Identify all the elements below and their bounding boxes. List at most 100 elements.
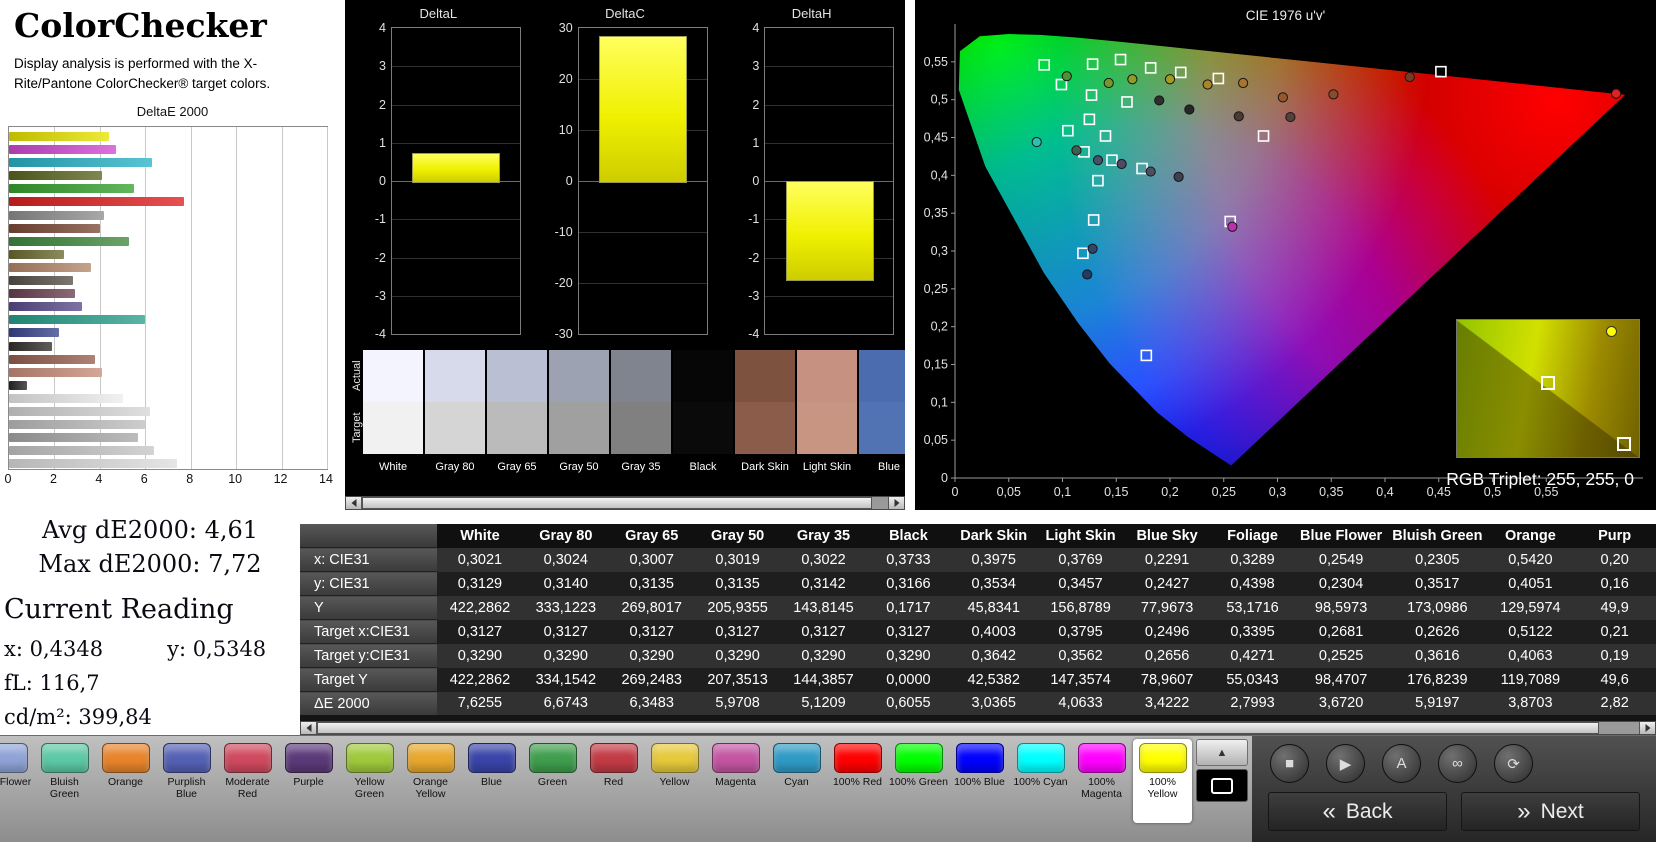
next-button[interactable]: » Next [1461, 792, 1640, 831]
palette-item-label: Purplish Blue [167, 776, 206, 801]
scroll-right-arrow-icon[interactable] [888, 497, 904, 509]
table-cell: 45,8341 [950, 595, 1038, 620]
patch-actual [363, 350, 423, 402]
table-cell: 4,0633 [1037, 691, 1125, 715]
table-cell: 0,3127 [866, 619, 951, 644]
svg-text:0,35: 0,35 [1319, 485, 1343, 499]
palette-item-100-blue[interactable]: 100% Blue [950, 739, 1009, 823]
patch-actual [549, 350, 609, 402]
transport-panel: ■ ▶ A ∞ ⟳ « Back » Next [1252, 736, 1656, 842]
loop-button[interactable]: ∞ [1438, 744, 1477, 783]
refresh-button[interactable]: ⟳ [1494, 744, 1533, 783]
y-tick-label: 2 [379, 97, 386, 112]
palette-item-magenta[interactable]: Magenta [706, 739, 765, 823]
eject-button[interactable]: ▲ [1196, 739, 1248, 766]
patch-label: Light Skin [802, 461, 852, 473]
palette-item-yellow[interactable]: Yellow [645, 739, 704, 823]
patch-swatch [549, 350, 609, 454]
svg-text:0,4: 0,4 [931, 168, 948, 182]
patch-actual [735, 350, 795, 402]
y-tick-label: -1 [748, 212, 760, 227]
patch-label: Gray 35 [621, 461, 661, 473]
palette-item-100-magenta[interactable]: 100% Magenta [1072, 739, 1131, 823]
palette-item-bluish-green[interactable]: Bluish Green [35, 739, 94, 823]
y-tick-label: 3 [752, 59, 760, 74]
y-tick-label: -20 [554, 276, 573, 290]
y-tick-label: -2 [748, 250, 760, 265]
palette-item-label: Moderate Red [225, 776, 270, 801]
delta-bar [785, 181, 874, 281]
scroll-track[interactable] [317, 722, 1639, 734]
x-tick-label: 0 [4, 472, 12, 486]
cie-measured-point [1031, 136, 1042, 148]
table-cell: 269,2483 [608, 667, 695, 692]
delta-chart-deltah: DeltaH 4 3 2 1 0 -1 -2 -3 -4 [718, 0, 905, 345]
play-button[interactable]: ▶ [1326, 744, 1365, 783]
scroll-left-arrow-icon[interactable] [346, 497, 362, 509]
summary-panel: ColorChecker Display analysis is perform… [0, 0, 345, 510]
patch-column: White [363, 350, 423, 473]
delta-chart-title: DeltaC [605, 6, 645, 21]
scroll-left-arrow-icon[interactable] [301, 722, 317, 734]
table-cell: 0,3642 [950, 643, 1038, 668]
table-cell: 0,2626 [1387, 619, 1488, 644]
x-tick-label: 2 [49, 472, 57, 486]
palette-item-label: 100% Red [832, 776, 883, 788]
table-cell: 119,7089 [1487, 667, 1574, 692]
palette-item-purplish-blue[interactable]: Purplish Blue [157, 739, 216, 823]
table-cell: 0,3616 [1387, 643, 1488, 668]
delta-bar [599, 35, 687, 183]
patch-actual [859, 350, 905, 402]
table-cell: 0,3127 [522, 619, 609, 644]
table-scrollbar[interactable] [300, 721, 1656, 735]
scroll-thumb[interactable] [362, 497, 873, 509]
svg-text:0,3: 0,3 [931, 244, 948, 258]
palette-item-orange-yellow[interactable]: Orange Yellow [401, 739, 460, 823]
table-row: Target y:CIE31 0,3290 0,3290 0,3290 0,3290 0,… [300, 643, 1656, 668]
palette-item-yellow-green[interactable]: Yellow Green [340, 739, 399, 823]
gridline [392, 257, 520, 259]
table-column-header: Foliage [1210, 524, 1295, 548]
palette-swatch [223, 743, 272, 773]
scroll-right-arrow-icon[interactable] [1639, 722, 1655, 734]
palette-item-cyan[interactable]: Cyan [767, 739, 826, 823]
patch-strip-scrollbar[interactable] [345, 496, 905, 510]
svg-text:0,05: 0,05 [997, 485, 1021, 499]
table-row: y: CIE31 0,3129 0,3140 0,3135 0,3135 0,3142 0,… [300, 571, 1656, 596]
palette-item-100-green[interactable]: 100% Green [889, 739, 948, 823]
back-button[interactable]: « Back [1268, 792, 1447, 831]
palette-item-blue[interactable]: Blue [462, 739, 521, 823]
inset-target-square [1617, 437, 1631, 451]
gridline [392, 219, 520, 221]
pattern-window-button[interactable] [1196, 769, 1248, 802]
delta-chart-deltal: DeltaL 4 3 2 1 0 -1 -2 -3 -4 [345, 0, 532, 345]
delta-chart-plot: 4 3 2 1 0 -1 -2 -3 -4 [748, 21, 895, 341]
table-corner [300, 524, 437, 548]
y-tick-label: -2 [374, 250, 386, 265]
palette-item-red[interactable]: Red [584, 739, 643, 823]
palette-item-purple[interactable]: Purple [279, 739, 338, 823]
stop-button[interactable]: ■ [1270, 744, 1309, 783]
y-tick-label: -4 [374, 327, 386, 341]
palette-item-label: Orange [107, 776, 144, 788]
table-cell: 0,3975 [950, 547, 1038, 572]
palette-item-100-cyan[interactable]: 100% Cyan [1011, 739, 1070, 823]
palette-item-100-red[interactable]: 100% Red [828, 739, 887, 823]
cie-measured-point [1061, 71, 1072, 82]
palette-item-green[interactable]: Green [523, 739, 582, 823]
table-cell: 0,3290 [780, 643, 867, 668]
table-column-header: White [436, 524, 523, 548]
palette-item-orange[interactable]: Orange [96, 739, 155, 823]
table-cell: 2,7993 [1210, 691, 1295, 715]
scroll-track[interactable] [362, 497, 888, 509]
table-cell: 0,3769 [1037, 547, 1125, 572]
palette-item-moderate-red[interactable]: Moderate Red [218, 739, 277, 823]
table-cell: 0,3534 [950, 571, 1038, 596]
scroll-thumb[interactable] [317, 722, 1600, 734]
palette-swatch [406, 743, 455, 773]
palette-item-label: Green [537, 776, 568, 788]
palette-item-blue-flower[interactable]: Blue Flower [0, 739, 33, 823]
auto-button[interactable]: A [1382, 744, 1421, 783]
palette-item-100-yellow[interactable]: 100% Yellow [1133, 739, 1192, 823]
cie-measured-point [1071, 145, 1082, 156]
